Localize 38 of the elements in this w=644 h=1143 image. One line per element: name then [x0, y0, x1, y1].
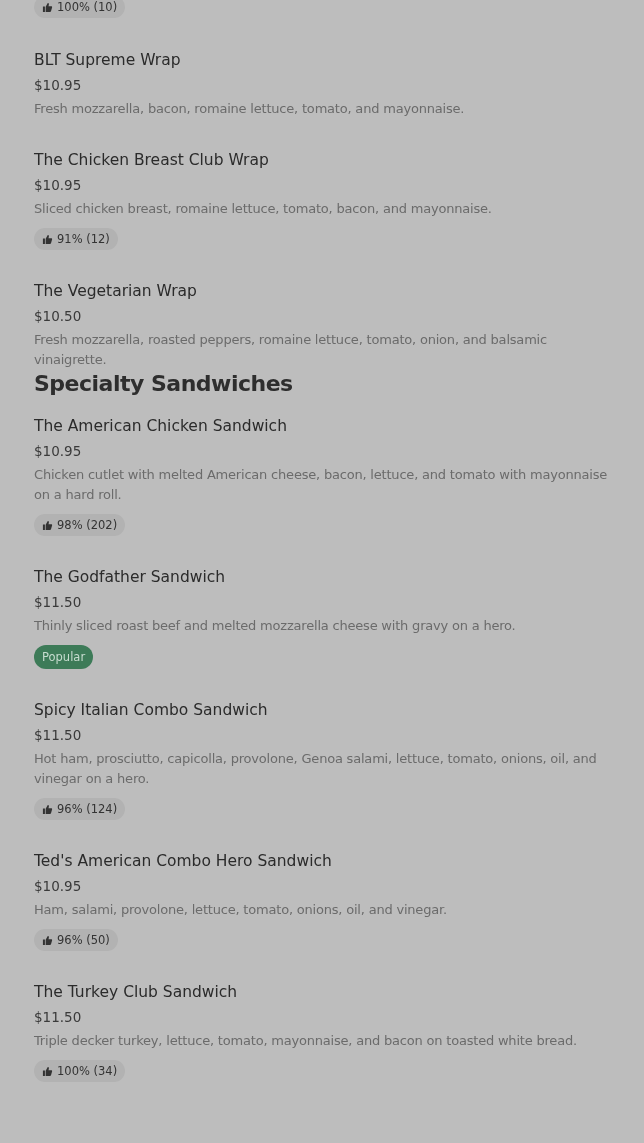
item-description: Sliced chicken breast, romaine lettuce, tomato, bacon, and mayonnaise. [34, 200, 493, 218]
item-price: $11.50 [34, 1008, 83, 1027]
thumbs-up-icon [42, 803, 53, 815]
item-description: Triple decker turkey, lettuce, tomato, mayonnaise, and bacon on toasted white bread. [34, 1032, 578, 1050]
item-name[interactable]: The American Chicken Sandwich [34, 414, 614, 438]
item-price: $10.95 [34, 442, 83, 461]
rating-badge: 98% (202) [34, 514, 126, 536]
rating-badge: 100% (10) [34, 0, 126, 18]
item-name[interactable]: The Godfather Sandwich [34, 565, 614, 589]
item-price: $10.95 [34, 176, 83, 195]
item-name[interactable]: Ted's American Combo Hero Sandwich [34, 849, 614, 873]
item-name[interactable]: BLT Supreme Wrap [34, 48, 614, 72]
item-name[interactable]: The Vegetarian Wrap [34, 279, 614, 303]
section-heading: Specialty Sandwiches [34, 370, 294, 398]
thumbs-up-icon [42, 934, 53, 946]
rating-badge: 96% (50) [34, 929, 118, 951]
item-description: Fresh mozzarella, bacon, romaine lettuce, tomato, and mayonnaise. [34, 100, 466, 118]
item-name[interactable]: The Chicken Breast Club Wrap [34, 148, 614, 172]
thumbs-up-icon [42, 1, 53, 13]
item-name[interactable]: Spicy Italian Combo Sandwich [34, 698, 614, 722]
item-price: $10.95 [34, 877, 83, 896]
item-name[interactable]: The Turkey Club Sandwich [34, 980, 614, 1004]
item-price: $10.95 [34, 76, 83, 95]
item-price: $11.50 [34, 726, 83, 745]
popular-tag: Popular [34, 645, 94, 669]
item-description: Chicken cutlet with melted American cheese, bacon, lettuce, and tomato with mayonnaise on a hard roll. [34, 466, 609, 504]
item-description: Ham, salami, provolone, lettuce, tomato, onions, oil, and vinegar. [34, 901, 448, 919]
item-price: $10.50 [34, 307, 83, 326]
thumbs-up-icon [42, 519, 53, 531]
item-description: Thinly sliced roast beef and melted mozzarella cheese with gravy on a hero. [34, 617, 517, 635]
rating-badge: 96% (124) [34, 798, 126, 820]
item-description: Fresh mozzarella, roasted peppers, romaine lettuce, tomato, onion, and balsamic vinaigrette. [34, 331, 548, 369]
rating-badge: 91% (12) [34, 228, 118, 250]
rating-badge: 100% (34) [34, 1060, 126, 1082]
thumbs-up-icon [42, 1065, 53, 1077]
item-description: Hot ham, prosciutto, capicolla, provolone, Genoa salami, lettuce, tomato, onions, oil, and vinegar on a hero. [34, 750, 598, 788]
item-price: $11.50 [34, 593, 83, 612]
thumbs-up-icon [42, 233, 53, 245]
